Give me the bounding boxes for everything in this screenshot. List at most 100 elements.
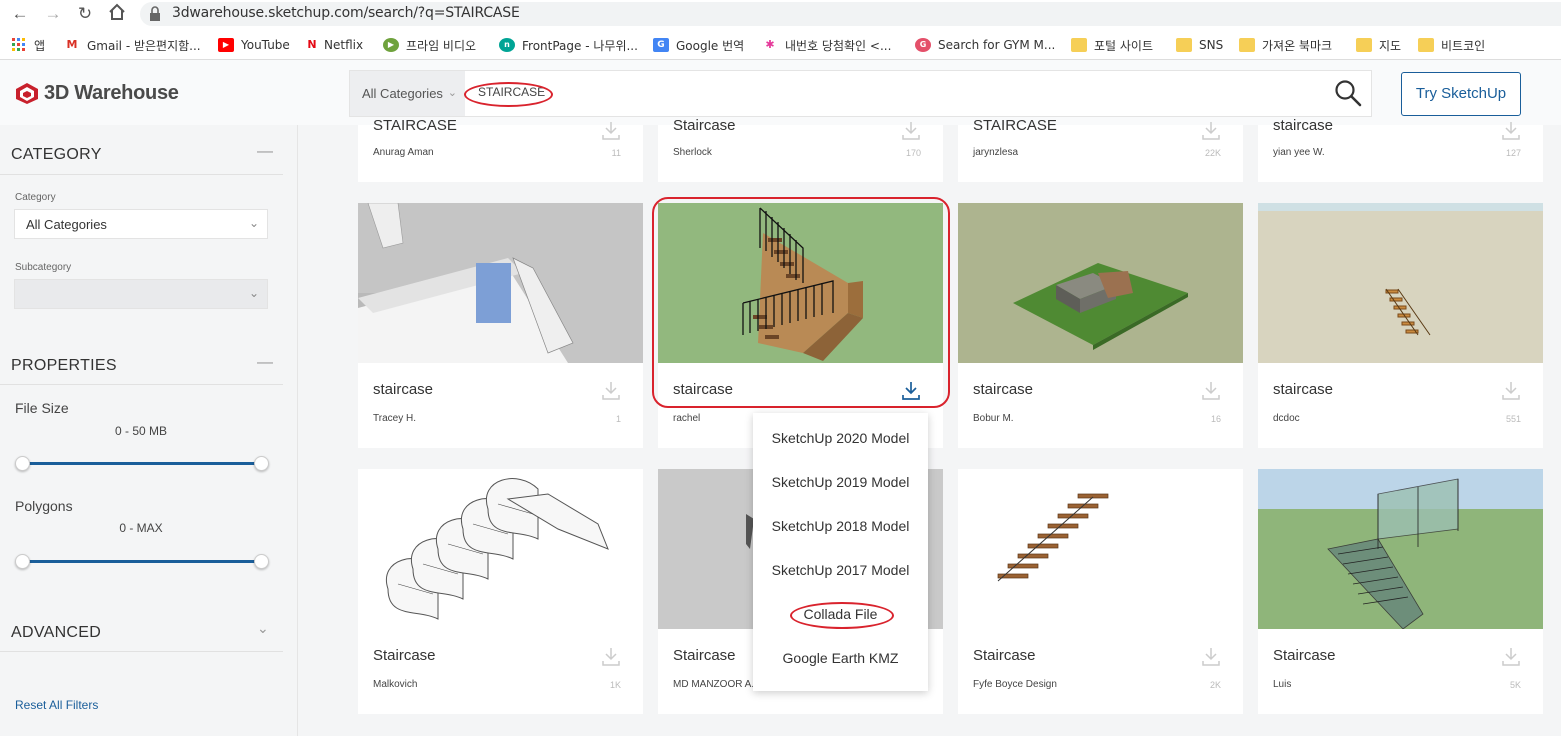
bookmark-sns-folder[interactable]: SNS <box>1176 36 1223 54</box>
site-logo[interactable]: 3D Warehouse <box>14 81 179 105</box>
collapse-minus-icon[interactable]: — <box>257 354 273 372</box>
selected-card-highlight <box>652 197 950 408</box>
back-arrow-icon[interactable]: ← <box>9 3 31 25</box>
file-size-min-handle[interactable] <box>15 456 30 471</box>
chevron-down-icon: ⌄ <box>447 87 457 99</box>
card-download-count: 2K <box>1209 680 1221 690</box>
card-author[interactable]: Tracey H. <box>373 413 416 424</box>
download-icon[interactable] <box>1201 381 1221 401</box>
card-author[interactable]: rachel <box>673 413 700 424</box>
result-card[interactable]: Staircase Malkovich 1K <box>358 469 643 714</box>
bookmark-gmail[interactable]: M Gmail - 받은편지함... <box>64 36 201 54</box>
download-icon[interactable] <box>1201 647 1221 667</box>
download-sketchup-2018[interactable]: SketchUp 2018 Model <box>753 518 928 534</box>
model-thumbnail[interactable] <box>358 469 643 629</box>
model-thumbnail[interactable] <box>958 469 1243 629</box>
download-icon[interactable] <box>1501 381 1521 401</box>
download-icon[interactable] <box>601 647 621 667</box>
bookmark-portal-folder[interactable]: 포털 사이트 <box>1071 36 1153 54</box>
card-title[interactable]: STAIRCASE <box>973 117 1057 134</box>
warehouse-logo-icon <box>16 83 38 104</box>
card-author[interactable]: jarynzlesa <box>973 147 1018 158</box>
card-title[interactable]: Staircase <box>1273 647 1336 664</box>
download-sketchup-2017[interactable]: SketchUp 2017 Model <box>753 562 928 578</box>
card-download-count: 551 <box>1505 414 1521 424</box>
card-download-count: 22K <box>1204 148 1221 158</box>
card-author[interactable]: Fyfe Boyce Design <box>973 679 1057 690</box>
card-title[interactable]: Staircase <box>673 117 736 134</box>
card-title[interactable]: staircase <box>1273 117 1333 134</box>
bookmark-prime-video[interactable]: ▶ 프라임 비디오 <box>383 36 476 54</box>
card-author[interactable]: Luis <box>1273 679 1291 690</box>
card-download-count: 170 <box>905 148 921 158</box>
download-icon[interactable] <box>601 121 621 141</box>
card-author[interactable]: Anurag Aman <box>373 147 434 158</box>
bookmark-gym-search[interactable]: G Search for GYM M... <box>915 36 1055 54</box>
card-title[interactable]: Staircase <box>673 647 736 664</box>
download-icon[interactable] <box>601 381 621 401</box>
card-title[interactable]: staircase <box>373 381 433 398</box>
bookmark-google-translate[interactable]: G Google 번역 <box>653 36 744 54</box>
home-icon[interactable] <box>106 3 128 25</box>
bookmark-apps[interactable]: 앱 <box>11 36 45 54</box>
category-select[interactable]: All Categories ⌄ <box>14 209 268 239</box>
result-card[interactable]: STAIRCASE Anurag Aman 11 <box>358 117 643 182</box>
forward-arrow-icon[interactable]: → <box>42 3 64 25</box>
download-google-earth-kmz[interactable]: Google Earth KMZ <box>753 650 928 666</box>
polygons-min-handle[interactable] <box>15 554 30 569</box>
card-title[interactable]: Staircase <box>373 647 436 664</box>
result-card[interactable]: staircase Bobur M. 16 <box>958 203 1243 448</box>
bookmark-bitcoin-folder[interactable]: 비트코인 <box>1418 36 1485 54</box>
file-size-max-handle[interactable] <box>254 456 269 471</box>
try-sketchup-button[interactable]: Try SketchUp <box>1401 72 1521 116</box>
file-size-range: 0 - 50 MB <box>114 424 168 438</box>
card-title[interactable]: STAIRCASE <box>373 117 457 134</box>
result-card[interactable]: staircase yian yee W. 127 <box>1258 117 1543 182</box>
bookmark-lottery[interactable]: ✱ 내번호 당첨확인 <... <box>762 36 891 54</box>
card-author[interactable]: Malkovich <box>373 679 417 690</box>
file-size-slider[interactable] <box>22 462 262 465</box>
download-sketchup-2020[interactable]: SketchUp 2020 Model <box>753 430 928 446</box>
result-card[interactable]: STAIRCASE jarynzlesa 22K <box>958 117 1243 182</box>
card-author[interactable]: dcdoc <box>1273 413 1300 424</box>
card-title[interactable]: Staircase <box>973 647 1036 664</box>
chevron-down-icon[interactable]: ⌄ <box>257 620 269 637</box>
search-icon[interactable] <box>1334 79 1362 107</box>
download-icon[interactable] <box>1201 121 1221 141</box>
download-icon[interactable] <box>901 121 921 141</box>
result-card[interactable]: Staircase Fyfe Boyce Design 2K <box>958 469 1243 714</box>
subcategory-select[interactable]: ⌄ <box>14 279 268 309</box>
bookmark-imported-folder[interactable]: 가져온 북마크 <box>1239 36 1332 54</box>
collapse-minus-icon[interactable]: — <box>257 143 273 161</box>
bookmark-namuwiki[interactable]: n FrontPage - 나무위... <box>499 36 638 54</box>
lock-icon <box>150 6 160 21</box>
polygons-slider[interactable] <box>22 560 262 563</box>
bookmark-netflix[interactable]: N Netflix <box>307 36 363 54</box>
card-title[interactable]: staircase <box>973 381 1033 398</box>
model-thumbnail[interactable] <box>358 203 643 363</box>
bookmark-youtube[interactable]: ▶ YouTube <box>218 36 290 54</box>
bookmark-map-folder[interactable]: 지도 <box>1356 36 1401 54</box>
download-icon[interactable] <box>1501 121 1521 141</box>
download-sketchup-2019[interactable]: SketchUp 2019 Model <box>753 474 928 490</box>
address-url[interactable]: 3dwarehouse.sketchup.com/search/?q=STAIR… <box>172 5 520 21</box>
category-heading: CATEGORY <box>11 146 102 163</box>
card-author[interactable]: yian yee W. <box>1273 147 1325 158</box>
result-card[interactable]: Staircase Sherlock 170 <box>658 117 943 182</box>
folder-icon <box>1356 38 1372 52</box>
reset-all-filters-link[interactable]: Reset All Filters <box>15 698 98 712</box>
card-title[interactable]: staircase <box>1273 381 1333 398</box>
card-author[interactable]: MD MANZOOR A... <box>673 679 760 690</box>
model-thumbnail[interactable] <box>1258 203 1543 363</box>
download-icon[interactable] <box>1501 647 1521 667</box>
polygons-max-handle[interactable] <box>254 554 269 569</box>
card-author[interactable]: Bobur M. <box>973 413 1014 424</box>
model-thumbnail[interactable] <box>1258 469 1543 629</box>
result-card[interactable]: staircase dcdoc 551 <box>1258 203 1543 448</box>
model-thumbnail[interactable] <box>958 203 1243 363</box>
reload-icon[interactable]: ↻ <box>74 3 96 25</box>
card-author[interactable]: Sherlock <box>673 147 712 158</box>
category-dropdown[interactable]: All Categories ⌄ <box>350 71 465 116</box>
result-card[interactable]: Staircase Luis 5K <box>1258 469 1543 714</box>
result-card[interactable]: staircase Tracey H. 1 <box>358 203 643 448</box>
